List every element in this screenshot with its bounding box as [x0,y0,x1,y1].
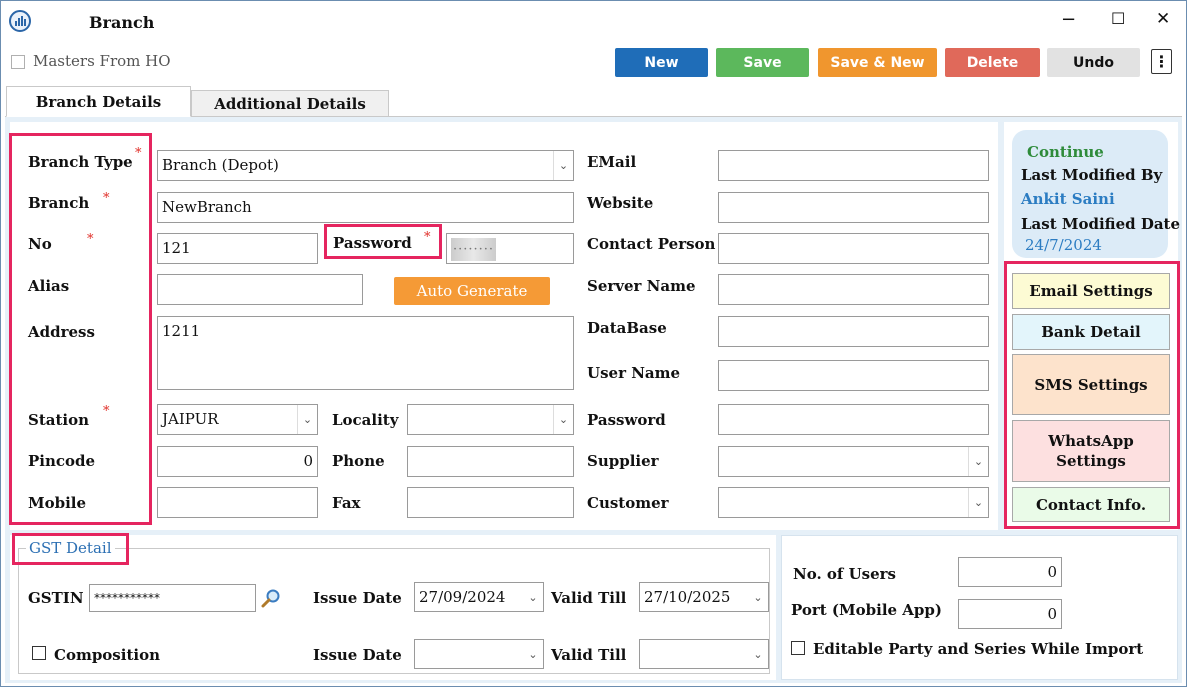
highlight-password-label [324,224,442,259]
server-name-input[interactable] [718,274,989,305]
email-input[interactable] [718,150,989,181]
phone-input[interactable] [407,446,574,477]
port-label: Port (Mobile App) [791,601,943,619]
no-of-users-input[interactable]: 0 [958,557,1062,587]
gstin-input[interactable]: *********** [89,584,256,612]
last-modified-by-value: Ankit Saini [1021,190,1115,208]
supplier-label: Supplier [587,452,659,470]
issue-date-value: 27/09/2024 [419,588,506,606]
alias-input[interactable] [157,274,363,305]
port-value: 0 [1047,605,1057,623]
issue-date2-picker[interactable]: ⌄ [414,639,544,669]
valid-till-picker[interactable]: 27/10/2025 ⌄ [639,582,769,612]
chevron-down-icon[interactable]: ⌄ [553,405,573,434]
save-and-new-button[interactable]: Save & New [818,48,937,77]
fax-label: Fax [332,494,361,512]
station-value: JAIPUR [162,410,219,428]
highlight-gst-legend [12,533,129,565]
chevron-down-icon[interactable]: ⌄ [523,640,543,668]
tab-additional-details[interactable]: Additional Details [191,90,389,117]
branch-input[interactable]: NewBranch [157,192,574,223]
pincode-value: 0 [303,452,313,470]
pincode-input[interactable]: 0 [157,446,318,477]
website-label: Website [587,194,654,212]
composition-label: Composition [54,646,160,664]
app-logo-icon [9,10,31,32]
last-modified-date-value: 24/7/2024 [1025,236,1102,254]
masters-from-ho-label: Masters From HO [33,52,171,70]
chevron-down-icon[interactable]: ⌄ [748,583,768,611]
address-value: 1211 [162,322,201,340]
password-value: ········ [451,238,497,261]
valid-till-value: 27/10/2025 [644,588,731,606]
fax-input[interactable] [407,487,574,518]
valid-till-label: Valid Till [551,589,627,607]
contact-person-input[interactable] [718,233,989,264]
title-bar: Branch − ☐ ✕ [1,1,1186,41]
chevron-down-icon[interactable]: ⌄ [968,447,988,476]
station-select[interactable]: JAIPUR ⌄ [157,404,318,435]
server-name-label: Server Name [587,277,696,295]
email-label: EMail [587,153,637,171]
no-of-users-value: 0 [1047,563,1057,581]
database-input[interactable] [718,316,989,347]
chevron-down-icon[interactable]: ⌄ [968,488,988,517]
continue-label: Continue [1027,143,1104,161]
port-input[interactable]: 0 [958,599,1062,629]
highlight-left-labels [9,133,152,525]
db-password-input[interactable] [718,404,989,435]
no-input[interactable]: 121 [157,233,318,264]
supplier-select[interactable]: ⌄ [718,446,989,477]
last-modified-date-label: Last Modified Date [1021,215,1181,233]
chevron-down-icon[interactable]: ⌄ [553,151,573,180]
masters-from-ho-checkbox[interactable] [11,55,25,69]
address-textarea[interactable]: 1211 [157,316,574,390]
no-of-users-label: No. of Users [793,565,896,583]
password-input[interactable]: ········ [446,233,574,264]
contact-person-label: Contact Person [587,235,716,253]
highlight-side-buttons [1004,261,1180,529]
locality-select[interactable]: ⌄ [407,404,574,435]
user-name-label: User Name [587,364,681,382]
valid-till2-label: Valid Till [551,646,627,664]
valid-till2-picker[interactable]: ⌄ [639,639,769,669]
auto-generate-button[interactable]: Auto Generate [394,277,550,305]
customer-select[interactable]: ⌄ [718,487,989,518]
tab-branch-details[interactable]: Branch Details [6,86,191,117]
issue-date-label: Issue Date [313,589,402,607]
mobile-input[interactable] [157,487,318,518]
new-button[interactable]: New [615,48,708,77]
chevron-down-icon[interactable]: ⌄ [748,640,768,668]
minimize-button[interactable]: − [1061,9,1076,30]
last-modified-by-label: Last Modified By [1021,166,1163,184]
gstin-value: *********** [94,591,160,605]
issue-date2-label: Issue Date [313,646,402,664]
issue-date-picker[interactable]: 27/09/2024 ⌄ [414,582,544,612]
phone-label: Phone [332,452,385,470]
editable-party-checkbox[interactable] [791,641,805,655]
customer-label: Customer [587,494,669,512]
locality-label: Locality [332,411,399,429]
search-icon[interactable] [260,588,282,610]
close-button[interactable]: ✕ [1156,9,1170,29]
db-password-label: Password [587,411,666,429]
editable-party-label: Editable Party and Series While Import [813,640,1144,658]
maximize-button[interactable]: ☐ [1111,9,1125,28]
window-title: Branch [89,13,155,32]
branch-type-select[interactable]: Branch (Depot) ⌄ [157,150,574,181]
composition-checkbox[interactable] [32,646,46,660]
no-value: 121 [162,239,191,257]
website-input[interactable] [718,192,989,223]
database-label: DataBase [587,319,667,337]
chevron-down-icon[interactable]: ⌄ [523,583,543,611]
delete-button[interactable]: Delete [945,48,1040,77]
branch-value: NewBranch [162,198,252,216]
chevron-down-icon[interactable]: ⌄ [297,405,317,434]
branch-type-value: Branch (Depot) [162,156,279,174]
gstin-label: GSTIN [28,589,84,607]
more-options-button[interactable]: ⋮ [1151,49,1172,74]
user-name-input[interactable] [718,360,989,391]
undo-button[interactable]: Undo [1047,48,1140,77]
save-button[interactable]: Save [716,48,809,77]
